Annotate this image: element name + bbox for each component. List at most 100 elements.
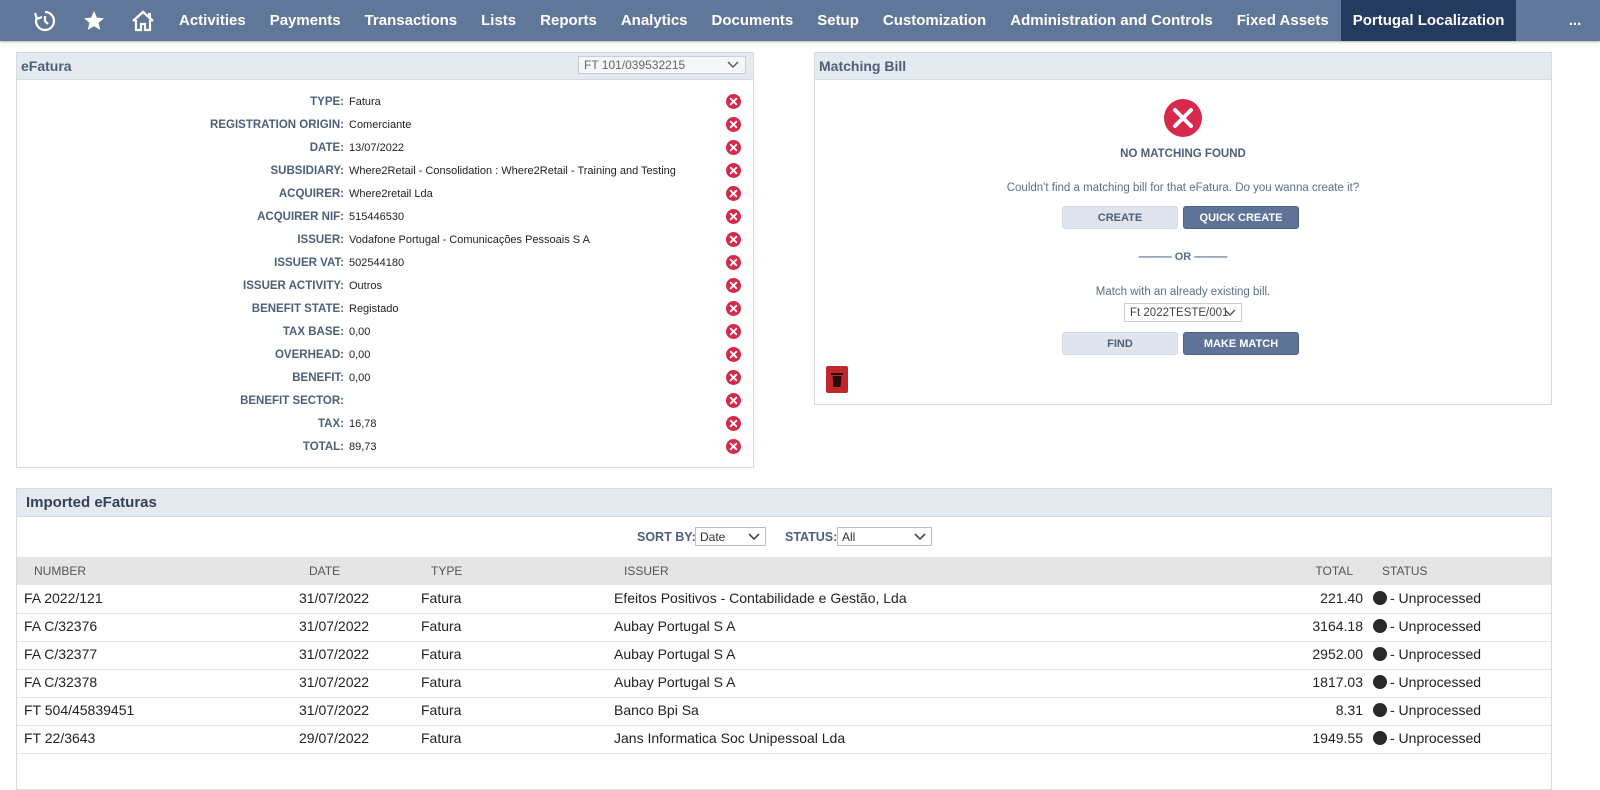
- column-total[interactable]: TOTAL: [1315, 564, 1353, 578]
- remove-icon[interactable]: [726, 347, 741, 362]
- cell-date: 31/07/2022: [299, 646, 370, 662]
- nav-documents[interactable]: Documents: [700, 0, 806, 41]
- status-text: - Unprocessed: [1390, 618, 1482, 634]
- column-issuer[interactable]: ISSUER: [624, 564, 669, 578]
- table-row[interactable]: FA C/32377 31/07/2022 Fatura Aubay Portugal…: [17, 641, 1551, 670]
- remove-icon[interactable]: [726, 393, 741, 408]
- table-row[interactable]: FT 22/3643 29/07/2022 Fatura Jans Informati…: [17, 725, 1551, 754]
- make-match-button[interactable]: MAKE MATCH: [1183, 332, 1299, 355]
- cell-number: FA C/32378: [24, 674, 98, 690]
- cell-total: 1817.03: [1312, 674, 1363, 690]
- remove-icon[interactable]: [726, 186, 741, 201]
- field-label: BENEFIT SECTOR:: [240, 394, 344, 407]
- field-row: ACQUIRER NIF: 515446530: [17, 205, 753, 228]
- remove-icon[interactable]: [726, 255, 741, 270]
- existing-bill-value: Ft 2022TESTE/001: [1130, 306, 1229, 319]
- remove-icon[interactable]: [726, 370, 741, 385]
- field-row: SUBSIDIARY: Where2Retail - Consolidation …: [17, 159, 753, 182]
- field-value: Where2retail Lda: [349, 187, 433, 200]
- field-value: 89,73: [349, 440, 377, 453]
- remove-icon[interactable]: [726, 140, 741, 155]
- remove-icon[interactable]: [726, 301, 741, 316]
- remove-icon[interactable]: [726, 324, 741, 339]
- remove-icon[interactable]: [726, 278, 741, 293]
- nav-transactions[interactable]: Transactions: [353, 0, 470, 41]
- status-text: - Unprocessed: [1390, 646, 1482, 662]
- table-row[interactable]: FA 2022/121 31/07/2022 Fatura Efeitos Posit…: [17, 585, 1551, 614]
- column-status[interactable]: STATUS: [1382, 564, 1428, 578]
- imported-title: Imported eFaturas: [26, 494, 157, 511]
- nav-portugal-localization[interactable]: Portugal Localization: [1340, 0, 1517, 41]
- nav-more-button[interactable]: ...: [1550, 0, 1600, 41]
- field-label: BENEFIT:: [292, 371, 344, 384]
- nav-setup[interactable]: Setup: [805, 0, 871, 41]
- remove-icon[interactable]: [726, 163, 741, 178]
- home-icon[interactable]: [118, 0, 167, 41]
- cell-total: 3164.18: [1312, 618, 1363, 634]
- matching-bill-title: Matching Bill: [819, 58, 907, 74]
- table-row[interactable]: FT 504/45839451 31/07/2022 Fatura Banco Bpi…: [17, 697, 1551, 726]
- nav-lists[interactable]: Lists: [469, 0, 528, 41]
- delete-button[interactable]: [826, 366, 848, 393]
- trash-icon: [831, 373, 843, 387]
- status-dot-icon: [1373, 731, 1387, 745]
- remove-icon[interactable]: [726, 94, 741, 109]
- status-dot-icon: [1373, 619, 1387, 633]
- table-row[interactable]: FA C/32376 31/07/2022 Fatura Aubay Portugal…: [17, 613, 1551, 642]
- remove-icon[interactable]: [726, 117, 741, 132]
- no-match-text: NO MATCHING FOUND: [1120, 148, 1246, 160]
- star-icon[interactable]: [69, 0, 118, 41]
- cell-date: 29/07/2022: [299, 730, 370, 746]
- field-label: TOTAL:: [302, 440, 344, 453]
- field-value: 0,00: [349, 348, 371, 361]
- field-value: Registado: [349, 302, 399, 315]
- cell-number: FT 504/45839451: [24, 702, 135, 718]
- find-button[interactable]: FIND: [1062, 332, 1178, 355]
- field-row: BENEFIT: 0,00: [17, 366, 753, 389]
- create-button[interactable]: CREATE: [1062, 206, 1178, 229]
- quick-create-button[interactable]: QUICK CREATE: [1183, 206, 1299, 229]
- field-row: ISSUER: Vodafone Portugal - Comunicações …: [17, 228, 753, 251]
- status-dot-icon: [1373, 591, 1387, 605]
- field-row: TAX: 16,78: [17, 412, 753, 435]
- cell-type: Fatura: [421, 646, 462, 662]
- cell-total: 8.31: [1335, 702, 1363, 718]
- table-row[interactable]: FA C/32378 31/07/2022 Fatura Aubay Portugal…: [17, 669, 1551, 698]
- field-label: ACQUIRER:: [278, 187, 344, 200]
- field-label: ISSUER:: [297, 233, 344, 246]
- cell-total: 221.40: [1320, 590, 1363, 606]
- cell-issuer: Aubay Portugal S A: [614, 674, 736, 690]
- remove-icon[interactable]: [726, 209, 741, 224]
- cell-status: - Unprocessed: [1373, 702, 1481, 718]
- sort-by-value: Date: [700, 529, 726, 544]
- field-value: Vodafone Portugal - Comunicações Pessoai…: [349, 233, 590, 246]
- nav-customization[interactable]: Customization: [871, 0, 998, 41]
- chevron-down-icon: [748, 533, 760, 541]
- field-label: ACQUIRER NIF:: [257, 210, 344, 223]
- nav-analytics[interactable]: Analytics: [609, 0, 700, 41]
- chevron-down-icon: [914, 533, 926, 541]
- column-date[interactable]: DATE: [309, 564, 340, 578]
- remove-icon[interactable]: [726, 232, 741, 247]
- status-filter-select[interactable]: All: [837, 527, 932, 546]
- remove-icon[interactable]: [726, 439, 741, 454]
- or-divider: ——— OR ———: [1138, 251, 1228, 263]
- nav-payments[interactable]: Payments: [258, 0, 353, 41]
- cell-issuer: Aubay Portugal S A: [614, 646, 736, 662]
- efatura-document-select[interactable]: FT 101/039532215: [578, 56, 746, 74]
- column-type[interactable]: TYPE: [431, 564, 462, 578]
- nav-administration[interactable]: Administration and Controls: [998, 0, 1225, 41]
- nav-reports[interactable]: Reports: [528, 0, 609, 41]
- sort-by-select[interactable]: Date: [695, 527, 766, 546]
- field-label: BENEFIT STATE:: [251, 302, 344, 315]
- nav-fixed-assets[interactable]: Fixed Assets: [1225, 0, 1341, 41]
- cell-number: FT 22/3643: [24, 730, 96, 746]
- table-header: NUMBER DATE TYPE ISSUER TOTAL STATUS: [17, 557, 1551, 585]
- column-number[interactable]: NUMBER: [34, 564, 86, 578]
- remove-icon[interactable]: [726, 416, 741, 431]
- recent-icon[interactable]: [20, 0, 69, 41]
- efatura-title: eFatura: [21, 58, 72, 74]
- cell-number: FA C/32376: [24, 618, 98, 634]
- nav-activities[interactable]: Activities: [167, 0, 258, 41]
- existing-bill-select[interactable]: Ft 2022TESTE/001: [1124, 303, 1242, 322]
